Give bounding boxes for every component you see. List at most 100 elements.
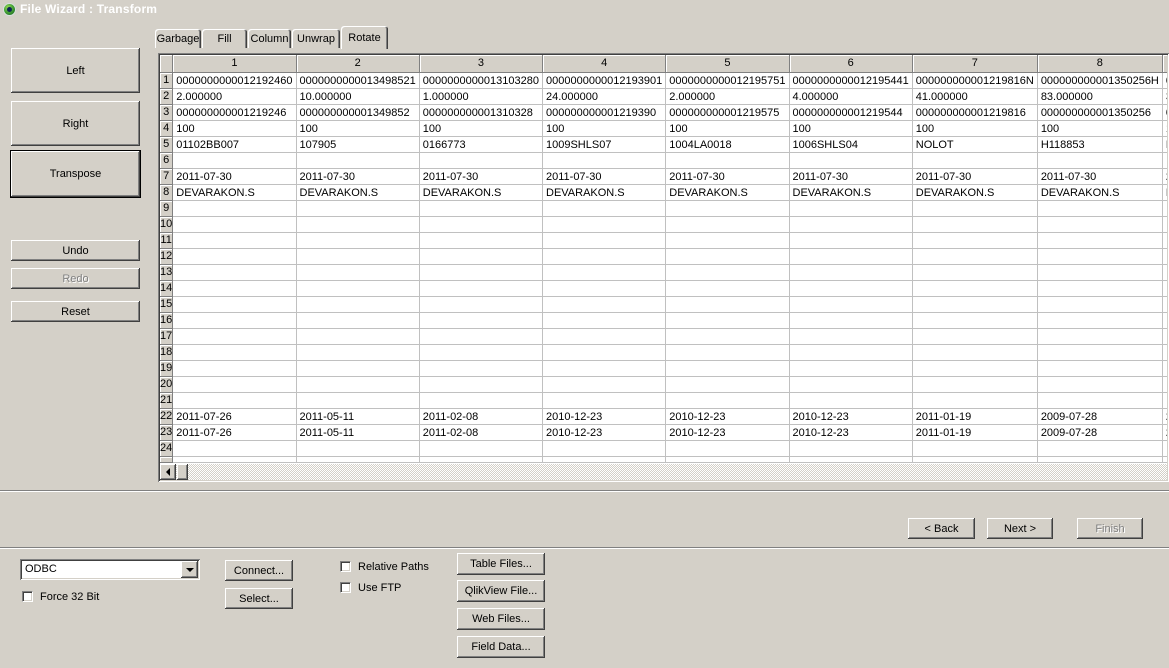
grid-cell[interactable]: 0000000000012195441 — [789, 72, 913, 89]
grid-cell[interactable]: 20 — [1162, 408, 1167, 425]
grid-cell[interactable] — [542, 344, 667, 361]
grid-cell[interactable]: DEVARAKON.S — [912, 184, 1038, 201]
grid-cell[interactable]: 100 — [912, 120, 1038, 137]
grid-cell[interactable]: 83.000000 — [1037, 88, 1163, 105]
tab-rotate[interactable]: Rotate — [341, 26, 388, 49]
grid-row-number[interactable]: 13 — [160, 264, 174, 281]
web-files-button[interactable]: Web Files... — [457, 608, 545, 630]
grid-cell[interactable] — [542, 216, 667, 233]
grid-cell[interactable]: H118853 — [1037, 136, 1163, 153]
grid-cell[interactable]: DEVARAKON.S — [542, 184, 667, 201]
tab-unwrap[interactable]: Unwrap — [292, 29, 340, 48]
grid-cell[interactable] — [665, 344, 790, 361]
grid-row-number[interactable]: 9 — [160, 200, 174, 217]
grid-cell[interactable] — [912, 392, 1038, 409]
grid-cell[interactable]: H1 — [1162, 136, 1167, 153]
grid-row-number[interactable]: 4 — [160, 120, 174, 137]
grid-cell[interactable] — [296, 280, 420, 297]
qlikview-file-button[interactable]: QlikView File... — [457, 580, 545, 602]
grid-cell[interactable]: 100 — [665, 120, 790, 137]
grid-cell[interactable] — [296, 456, 420, 463]
grid-cell[interactable] — [789, 328, 913, 345]
grid-cell[interactable] — [665, 296, 790, 313]
grid-row-number[interactable]: 22 — [160, 408, 174, 425]
grid-cell[interactable]: 000000000001219575 — [665, 104, 790, 121]
grid-cell[interactable] — [542, 232, 667, 249]
grid-cell[interactable]: 41.000000 — [912, 88, 1038, 105]
grid-cell[interactable] — [296, 360, 420, 377]
grid-cell[interactable]: DE — [1162, 184, 1167, 201]
grid-cell[interactable] — [172, 264, 297, 281]
grid-cell[interactable] — [1037, 216, 1163, 233]
grid-cell[interactable] — [172, 376, 297, 393]
grid-cell[interactable] — [172, 440, 297, 457]
combo-dropdown-button[interactable] — [181, 561, 198, 578]
grid-cell[interactable]: 2011-07-30 — [665, 168, 790, 185]
grid-cell[interactable] — [1037, 152, 1163, 169]
grid-cell[interactable]: 0000000000012192460 — [172, 72, 297, 89]
transpose-button[interactable]: Transpose — [11, 151, 140, 197]
grid-cell[interactable] — [172, 392, 297, 409]
grid-cell[interactable]: 2010-12-23 — [789, 408, 913, 425]
next-button[interactable]: Next > — [987, 518, 1053, 539]
grid-cell[interactable] — [665, 200, 790, 217]
grid-cell[interactable]: DEVARAKON.S — [789, 184, 913, 201]
grid-cell[interactable] — [172, 360, 297, 377]
grid-cell[interactable] — [542, 360, 667, 377]
grid-cell[interactable] — [542, 200, 667, 217]
grid-cell[interactable] — [296, 328, 420, 345]
grid-cell[interactable] — [665, 312, 790, 329]
grid-cell[interactable] — [542, 248, 667, 265]
grid-cell[interactable] — [912, 328, 1038, 345]
grid-row-number[interactable]: 20 — [160, 376, 174, 393]
grid-cell[interactable]: 4.000000 — [789, 88, 913, 105]
grid-cell[interactable] — [1037, 392, 1163, 409]
connect-button[interactable]: Connect... — [225, 560, 293, 581]
grid-cell[interactable] — [1162, 264, 1167, 281]
grid-cell[interactable]: 100 — [1162, 120, 1167, 137]
grid-cell[interactable] — [1037, 456, 1163, 463]
grid-cell[interactable] — [419, 152, 544, 169]
grid-cell[interactable] — [419, 440, 544, 457]
grid-cell[interactable] — [665, 248, 790, 265]
grid-cell[interactable]: 2011-07-30 — [1037, 168, 1163, 185]
grid-cell[interactable]: 0000000000012195751 — [665, 72, 790, 89]
grid-row-number[interactable]: 12 — [160, 248, 174, 265]
grid-cell[interactable]: 2011-02-08 — [419, 408, 544, 425]
grid-row-number[interactable]: 15 — [160, 296, 174, 313]
grid-column-header-4[interactable]: 4 — [542, 55, 667, 73]
grid-cell[interactable] — [1162, 456, 1167, 463]
grid-cell[interactable]: 24.000000 — [542, 88, 667, 105]
right-button[interactable]: Right — [11, 101, 140, 146]
grid-cell[interactable]: 2.000000 — [665, 88, 790, 105]
redo-button[interactable]: Redo — [11, 268, 140, 289]
grid-column-header-6[interactable]: 6 — [789, 55, 913, 73]
grid-cell[interactable] — [912, 440, 1038, 457]
grid-cell[interactable] — [419, 360, 544, 377]
grid-cell[interactable] — [296, 232, 420, 249]
grid-cell[interactable]: 000000000001219544 — [789, 104, 913, 121]
grid-cell[interactable] — [296, 296, 420, 313]
grid-cell[interactable]: 20 — [1162, 424, 1167, 441]
grid-cell[interactable] — [542, 456, 667, 463]
tab-fill[interactable]: Fill — [202, 29, 247, 48]
force-32bit-checkbox[interactable] — [22, 591, 33, 602]
grid-cell[interactable] — [419, 248, 544, 265]
grid-column-header-9[interactable] — [1162, 55, 1167, 73]
grid-column-header-5[interactable]: 5 — [665, 55, 790, 73]
grid-cell[interactable] — [419, 296, 544, 313]
grid-cell[interactable]: DEVARAKON.S — [172, 184, 297, 201]
grid-cell[interactable]: 100 — [172, 120, 297, 137]
grid-cell[interactable] — [542, 376, 667, 393]
grid-row-number[interactable]: 5 — [160, 136, 174, 153]
grid-cell[interactable] — [665, 152, 790, 169]
grid-cell[interactable] — [1162, 392, 1167, 409]
grid-cell[interactable]: 2011-05-11 — [296, 424, 420, 441]
grid-cell[interactable] — [665, 280, 790, 297]
grid-cell[interactable] — [296, 216, 420, 233]
grid-cell[interactable]: 000000000001219246 — [172, 104, 297, 121]
reset-button[interactable]: Reset — [11, 301, 140, 322]
grid-cell[interactable] — [1037, 232, 1163, 249]
grid-cell[interactable]: 2011-07-30 — [789, 168, 913, 185]
grid-cell[interactable] — [789, 360, 913, 377]
